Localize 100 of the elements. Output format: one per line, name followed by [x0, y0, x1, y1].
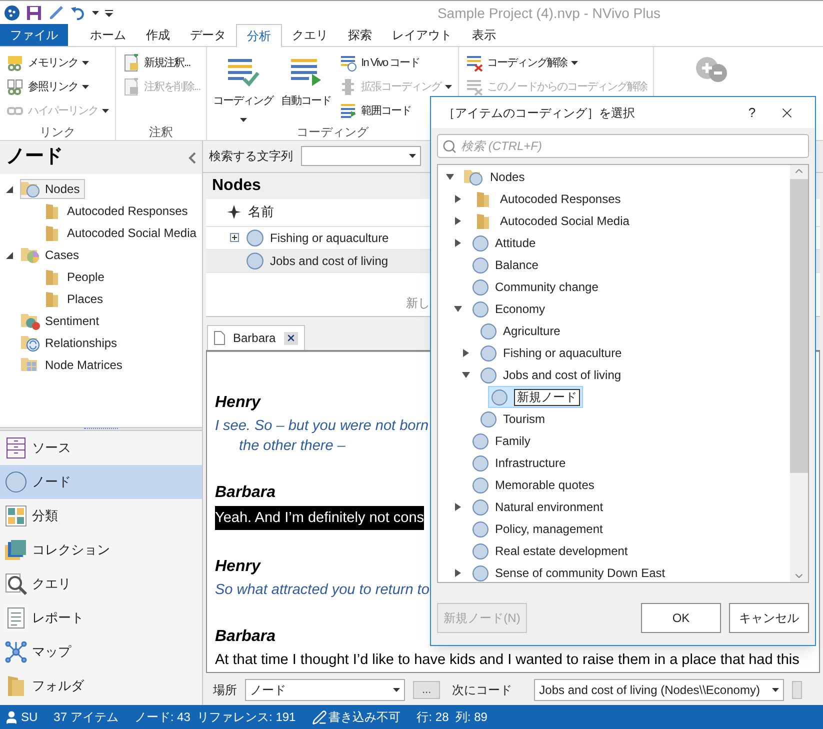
ribbon-tab[interactable]: 探索 [338, 24, 382, 46]
panel-title: ノード [6, 145, 63, 170]
tree-item[interactable]: Places [40, 289, 108, 309]
browse-button[interactable]: ... [413, 681, 440, 700]
tree-item[interactable]: Community change [472, 276, 600, 298]
undo-icon[interactable] [70, 5, 86, 21]
tree-item[interactable]: Sense of community Down East [472, 562, 668, 582]
tree-item[interactable]: Infrastructure [472, 452, 568, 474]
navigation-section-button[interactable]: フォルダ [0, 669, 202, 703]
file-tab[interactable]: ファイル [0, 24, 68, 46]
expand-arrow-icon[interactable] [462, 349, 470, 357]
tree-item[interactable]: Cases [20, 245, 84, 265]
navigation-section-button[interactable]: 分類 [0, 499, 202, 533]
document-tab[interactable]: Barbara [207, 325, 305, 350]
tree-item[interactable]: Jobs and cost of living [480, 364, 624, 386]
transcript-line: At that time I thought I’d like to have kids and I wanted to raise them in a place that had this [215, 651, 800, 670]
ribbon-command[interactable]: 新規注釈... [120, 51, 202, 75]
ribbon-tab[interactable]: ホーム [80, 24, 136, 46]
tree-item[interactable]: Policy, management [472, 518, 605, 540]
expand-arrow-icon[interactable] [454, 239, 462, 247]
node-icon [472, 300, 489, 318]
code-to-label: 次にコード [452, 682, 512, 700]
caret-icon [772, 688, 780, 692]
tree-item[interactable]: Tourism [480, 408, 548, 430]
node-icon [472, 520, 489, 538]
tree-item[interactable]: Natural environment [472, 496, 606, 518]
caret-icon [445, 85, 452, 89]
close-icon [286, 333, 296, 344]
navigation-section-button[interactable]: コレクション [0, 533, 202, 567]
tree-item[interactable]: Family [472, 430, 532, 452]
navigation-section-button[interactable]: ノード [0, 465, 202, 499]
folder-icon [45, 290, 59, 308]
edit-icon[interactable] [48, 5, 64, 21]
classifications-icon [4, 504, 28, 528]
collapse-arrow-icon[interactable] [446, 173, 454, 181]
ribbon-tab[interactable]: 表示 [462, 24, 506, 46]
code-to-combo[interactable]: Jobs and cost of living (Nodes\\Economy) [534, 679, 784, 702]
ribbon-command[interactable]: コーディング解除 [463, 51, 650, 75]
ribbon-command[interactable]: メモリンク [4, 51, 111, 75]
caret-icon [240, 118, 247, 122]
caret-icon [92, 11, 99, 15]
ribbon-tab[interactable]: データ [180, 24, 236, 46]
tree-item[interactable]: Autocoded Responses [472, 188, 623, 210]
tree-item[interactable]: Nodes [20, 179, 85, 199]
collapse-arrow-icon[interactable] [6, 252, 13, 258]
dialog-button[interactable]: OK [641, 603, 721, 633]
ribbon-command[interactable]: In Vivo コード [337, 51, 454, 75]
tree-item[interactable]: Memorable quotes [472, 474, 596, 496]
dialog-button[interactable]: キャンセル [729, 603, 809, 633]
navigation-section-button[interactable]: クエリ [0, 567, 202, 601]
ribbon-tab[interactable]: クエリ [282, 24, 338, 46]
node-icon [472, 256, 489, 274]
ribbon-large-command[interactable]: 自動コード [279, 51, 334, 124]
tree-item[interactable]: Balance [472, 254, 540, 276]
find-label: 検索する文字列 [209, 148, 293, 166]
save-icon[interactable] [26, 5, 42, 21]
tree-item[interactable]: Autocoded Social Media [472, 210, 632, 232]
ribbon-tab[interactable]: レイアウト [382, 24, 462, 46]
star-icon [226, 204, 242, 220]
ribbon-command[interactable]: 参照リンク [4, 75, 111, 99]
ribbon-large-command[interactable]: コーディング [211, 51, 276, 124]
folder-icon [45, 268, 59, 286]
tree-item[interactable]: Autocoded Social Media [40, 223, 202, 243]
tree-item[interactable]: Attitude [472, 232, 538, 254]
tree-item[interactable]: Fishing or aquaculture [480, 342, 624, 364]
navigation-section-button[interactable]: レポート [0, 601, 202, 635]
expand-arrow-icon[interactable] [454, 503, 462, 511]
collapse-arrow-icon[interactable] [6, 186, 13, 192]
expand-arrow-icon[interactable] [454, 195, 462, 203]
navigation-section-button[interactable]: ソース [0, 431, 202, 465]
collapse-icon[interactable] [188, 152, 196, 164]
tree-item[interactable]: People [40, 267, 110, 287]
tree-item[interactable]: Real estate development [472, 540, 630, 562]
scrollbar[interactable] [790, 165, 808, 582]
expand-icon[interactable] [230, 233, 239, 242]
expand-arrow-icon[interactable] [454, 569, 462, 577]
tree-item[interactable]: Relationships [20, 333, 122, 353]
sentiment-folder-icon [21, 312, 41, 330]
collapse-arrow-icon[interactable] [462, 371, 470, 379]
root-folder-icon [464, 168, 484, 186]
splitter-handle[interactable] [0, 427, 202, 431]
expand-arrow-icon[interactable] [454, 217, 462, 225]
tree-item[interactable]: Economy [472, 298, 548, 320]
help-button[interactable]: ? [737, 102, 767, 122]
close-tab-button[interactable] [284, 332, 298, 345]
tree-item[interactable]: 新規ノード [488, 386, 583, 408]
tree-item[interactable]: Agriculture [480, 320, 562, 342]
tree-item[interactable]: Sentiment [20, 311, 104, 331]
tree-item[interactable]: Autocoded Responses [40, 201, 193, 221]
caret-icon [82, 85, 89, 89]
column-header[interactable]: 名前 [248, 202, 274, 222]
location-combo[interactable]: ノード [245, 679, 405, 702]
ribbon-tab[interactable]: 作成 [136, 24, 180, 46]
collapse-arrow-icon[interactable] [454, 305, 462, 313]
tree-item[interactable]: Node Matrices [20, 355, 128, 375]
tree-item[interactable]: Nodes [464, 166, 527, 188]
customize-icon[interactable] [105, 9, 113, 17]
navigation-section-button[interactable]: マップ [0, 635, 202, 669]
ribbon-tab[interactable]: 分析 [236, 24, 282, 47]
status-text: 37 アイテム [54, 709, 118, 726]
